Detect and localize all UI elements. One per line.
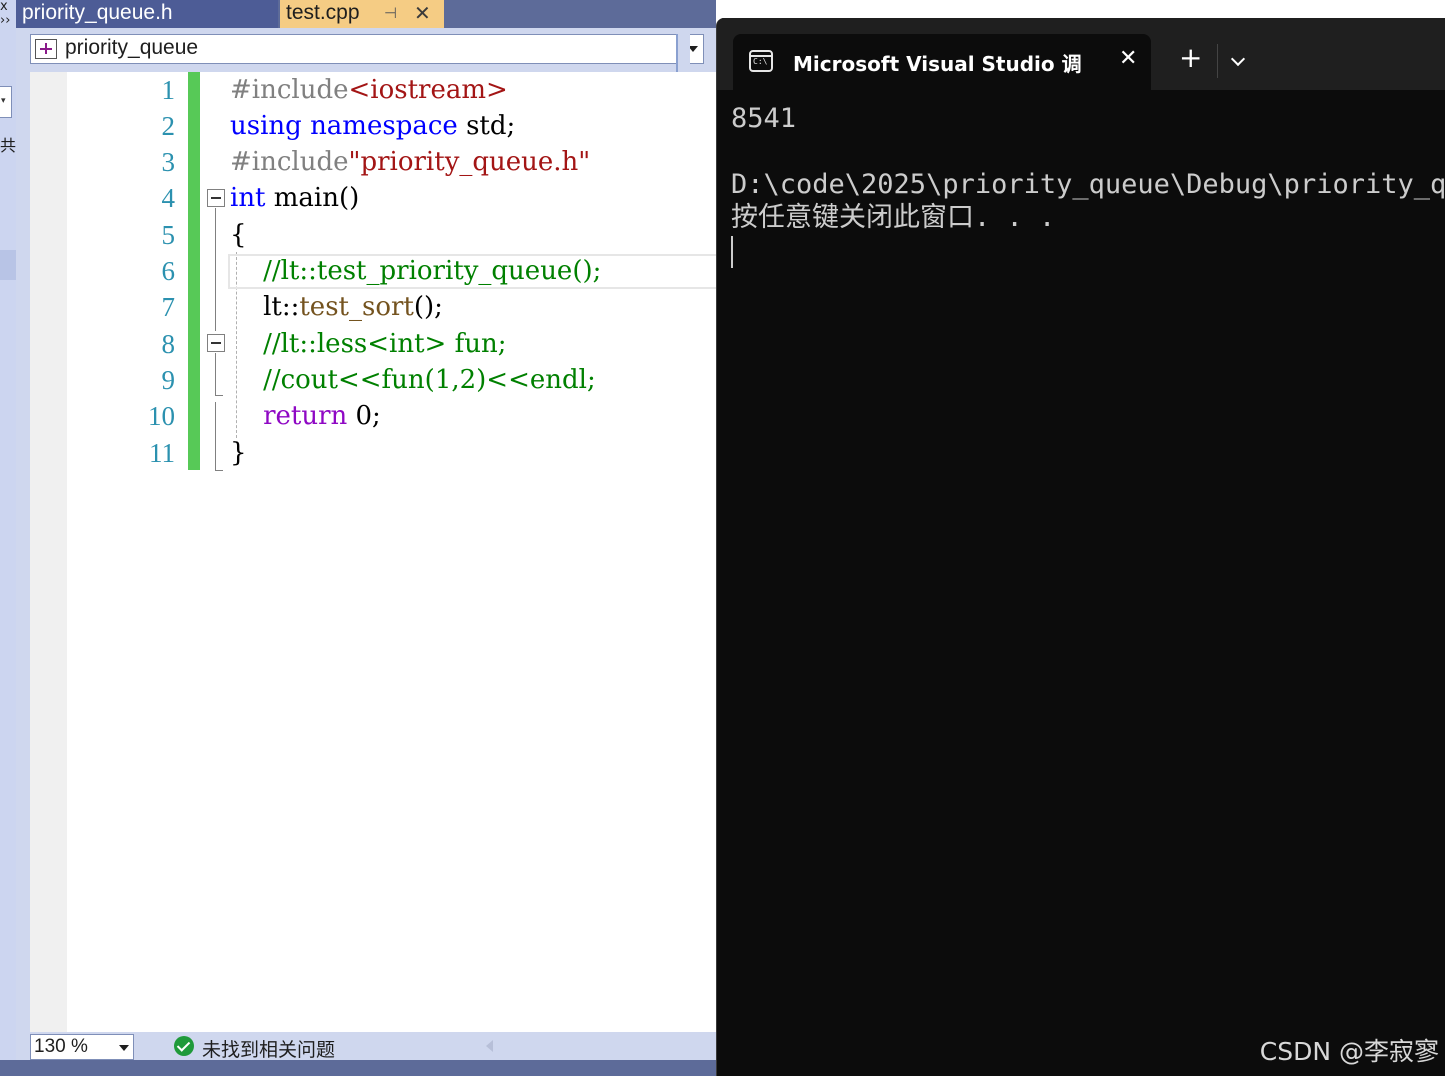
new-tab-icon[interactable]: + (1179, 44, 1202, 72)
line-number: 10 (148, 401, 175, 431)
issues-text: 未找到相关问题 (202, 1039, 336, 1061)
project-scope-icon (35, 39, 57, 59)
code-line-11: } (230, 435, 247, 471)
output-line: 8541 (731, 103, 797, 134)
keyword-token: using (230, 111, 302, 141)
fold-line-end (215, 395, 223, 396)
fold-line-end (215, 470, 223, 471)
code-line-2: using namespace std; (230, 108, 515, 144)
include-path-token: "priority_queue.h" (348, 147, 591, 177)
code-line-9: //cout<<fun(1,2)<<endl; (230, 362, 596, 398)
chevron-down-icon (119, 1045, 129, 1051)
include-path-token: <iostream> (348, 75, 508, 105)
output-line: 按任意键关闭此窗口. . . (731, 202, 1056, 233)
keyword-token: return (263, 401, 348, 431)
comment-token: //lt::less<int> fun; (263, 329, 507, 359)
plain-token: (); (413, 292, 443, 322)
terminal-output[interactable]: 8541 D:\code\2025\priority_queue\Debug\pr… (731, 102, 1445, 234)
plain-token: } (230, 438, 247, 468)
preprocessor-token: #include (230, 75, 349, 105)
line-number: 1 (161, 75, 176, 105)
collapse-toggle-icon[interactable] (207, 189, 225, 207)
indicator-margin (30, 72, 67, 1032)
solution-explorer-strip: ⅹ ›› ▾ 共 (0, 0, 16, 1076)
change-tracking-bar (188, 72, 200, 470)
code-line-4: int main() (230, 180, 359, 216)
close-icon[interactable]: ✕ (1119, 46, 1137, 71)
navigation-bar: priority_queue (16, 28, 716, 72)
collapse-toggle-icon[interactable] (207, 334, 225, 352)
comment-token: //cout<<fun(1,2)<<endl; (263, 365, 596, 395)
chevron-down-icon: ▾ (1, 96, 6, 106)
plain-token: std; (466, 111, 516, 141)
code-line-5: { (230, 217, 247, 253)
line-number: 3 (161, 147, 176, 177)
plain-token: main() (273, 183, 360, 213)
left-strip-selection (0, 250, 16, 280)
terminal-titlebar: C:\ Microsoft Visual Studio 调试控制台 ✕ + (717, 18, 1445, 90)
left-strip-partial-text: 共 (0, 136, 17, 155)
scope-dropdown[interactable]: priority_queue (30, 34, 704, 64)
line-number: 8 (161, 329, 176, 359)
code-line-8: //lt::less<int> fun; (230, 326, 506, 362)
titlebar-divider (1217, 44, 1218, 78)
tab-label: test.cpp (286, 1, 360, 24)
scroll-left-icon[interactable] (486, 1040, 493, 1052)
code-line-7: lt::test_sort(); (230, 289, 443, 325)
plain-token: { (230, 220, 247, 250)
line-number: 4 (161, 183, 176, 213)
chevron-down-icon[interactable] (1230, 51, 1246, 67)
zoom-dropdown[interactable]: 130 % (30, 1034, 134, 1060)
tab-priority-queue-h[interactable]: priority_queue.h (16, 0, 278, 28)
line-number: 11 (149, 438, 175, 468)
tab-test-cpp[interactable]: test.cpp ⊣ ✕ (280, 0, 444, 28)
fold-line (215, 208, 216, 331)
comment-token: //lt::test_priority_queue(); (263, 256, 602, 286)
output-line: D:\code\2025\priority_queue\Debug\priori… (731, 169, 1445, 200)
command-prompt-icon-text: C:\ (753, 57, 768, 66)
preprocessor-token: #include (230, 147, 349, 177)
code-editor-window: ⅹ ›› ▾ 共 priority_queue.h test.cpp ⊣ ✕ p… (0, 0, 716, 1076)
code-line-3: #include"priority_queue.h" (230, 144, 590, 180)
tab-label: priority_queue.h (22, 1, 173, 24)
keyword-token: int (230, 183, 266, 213)
watermark: CSDN @李寂寥 (1259, 1037, 1439, 1066)
command-prompt-icon: C:\ (749, 50, 773, 72)
zoom-value: 130 % (34, 1036, 88, 1057)
line-number: 9 (161, 365, 176, 395)
text-cursor (731, 236, 733, 268)
code-line-6: //lt::test_priority_queue(); (230, 253, 601, 289)
left-strip-marks: ⅹ ›› (0, 0, 11, 28)
terminal-tab[interactable]: C:\ Microsoft Visual Studio 调试控制台 ✕ (733, 34, 1151, 90)
pin-icon[interactable]: ⊣ (384, 1, 397, 27)
fold-line (215, 402, 216, 470)
code-line-10: return 0; (230, 398, 381, 434)
editor-split-handle[interactable] (676, 34, 690, 72)
ide-bottom-strip (0, 1060, 716, 1076)
check-circle-icon (174, 1036, 194, 1056)
namespace-token: lt:: (263, 292, 300, 322)
line-number: 2 (161, 111, 176, 141)
close-icon[interactable]: ✕ (414, 1, 431, 27)
code-view[interactable]: 1 2 3 4 5 6 7 8 9 10 11 #include<iostrea… (30, 72, 716, 1032)
line-number: 5 (161, 220, 176, 250)
editor-status-bar: 130 % 未找到相关问题 (16, 1032, 716, 1061)
debug-console-window: C:\ Microsoft Visual Studio 调试控制台 ✕ + 85… (716, 18, 1445, 1076)
line-number: 6 (161, 256, 176, 286)
scope-dropdown-value: priority_queue (65, 36, 199, 59)
keyword-token: namespace (310, 111, 458, 141)
plain-token: 0; (355, 401, 381, 431)
function-token: test_sort (299, 292, 414, 322)
line-number: 7 (161, 292, 176, 322)
fold-line (215, 353, 216, 395)
code-line-1: #include<iostream> (230, 72, 508, 108)
left-strip-combo[interactable]: ▾ (0, 86, 12, 118)
terminal-tab-title: Microsoft Visual Studio 调试控制台 (793, 52, 1081, 76)
